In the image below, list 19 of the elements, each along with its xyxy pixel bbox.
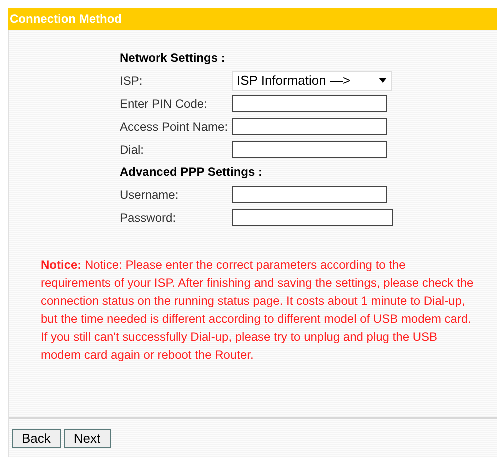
input-field[interactable] xyxy=(232,141,387,158)
field-label: Username: xyxy=(120,186,180,204)
isp-dropdown[interactable]: ISP Information —> xyxy=(232,70,392,90)
notice-text: Notice: Notice: Please enter the correct parameters according to the requirements of your ISP. After finishing and saving the settings, please check the connection status on the running status page. It costs about 1 minute to Dial-up, but the time needed is different according to different model of USB modem card. If you still can't successfully Dial-up, please try to unplug and plug the USB modem card again or reboot the Router. xyxy=(41,257,475,364)
header-bar: Connection Method xyxy=(8,8,497,30)
caret-icon xyxy=(379,78,387,83)
field-label: Dial: xyxy=(120,142,146,158)
nav-button[interactable]: Next xyxy=(64,429,111,448)
input-field[interactable] xyxy=(232,95,387,112)
section-heading: Advanced PPP Settings : xyxy=(120,164,264,181)
input-field[interactable] xyxy=(232,118,387,135)
nav-button[interactable]: Back xyxy=(12,429,61,448)
field-label: Access Point Name: xyxy=(120,118,230,136)
section-heading: Network Settings : xyxy=(120,50,226,67)
field-label: Password: xyxy=(120,210,178,226)
input-field[interactable] xyxy=(232,186,387,203)
field-label: ISP: xyxy=(120,72,144,90)
field-label: Enter PIN Code: xyxy=(120,96,208,112)
input-field[interactable] xyxy=(232,209,393,226)
